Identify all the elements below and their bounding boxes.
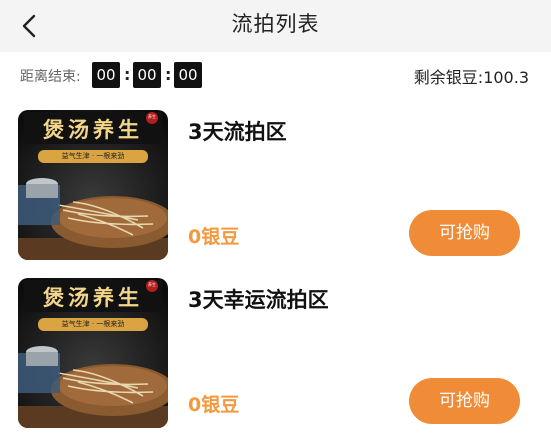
item-price: 0银豆	[188, 226, 240, 248]
page-title: 流拍列表	[231, 12, 320, 36]
countdown-seconds: 00	[174, 62, 202, 88]
countdown-separator: :	[124, 65, 131, 84]
item-price: 0银豆	[188, 394, 240, 416]
navbar: 流拍列表	[0, 0, 551, 52]
thumbnail-tagline: 益气生津 · 一根来劲	[61, 152, 125, 160]
balance-display: 剩余银豆:100.3	[414, 64, 529, 88]
buy-button[interactable]: 可抢购	[409, 378, 520, 424]
item-title: 3天幸运流拍区	[188, 288, 329, 312]
countdown-separator: :	[165, 65, 172, 84]
thumbnail-seal: 养生	[148, 282, 156, 287]
item-title: 3天流拍区	[188, 120, 287, 144]
list-item[interactable]: 煲汤养生 益气生津 · 一根来劲 养生 3天流拍区 0银豆 可抢购	[0, 110, 551, 270]
countdown-label: 距离结束:	[20, 69, 81, 85]
list-item[interactable]: 煲汤养生 益气生津 · 一根来劲 养生 3天幸运流拍区 0银豆 可抢购	[0, 278, 551, 438]
balance-label: 剩余银豆:	[413, 68, 484, 87]
countdown-minutes: 00	[133, 62, 161, 88]
countdown-hours: 00	[92, 62, 120, 88]
balance-value: 100.3	[483, 68, 529, 87]
thumbnail-seal: 养生	[148, 114, 156, 119]
countdown-row: 距离结束: 00 : 00 : 00 剩余银豆:100.3	[0, 60, 551, 90]
thumbnail-tagline: 益气生津 · 一根来劲	[61, 320, 125, 328]
buy-button[interactable]: 可抢购	[409, 210, 520, 256]
